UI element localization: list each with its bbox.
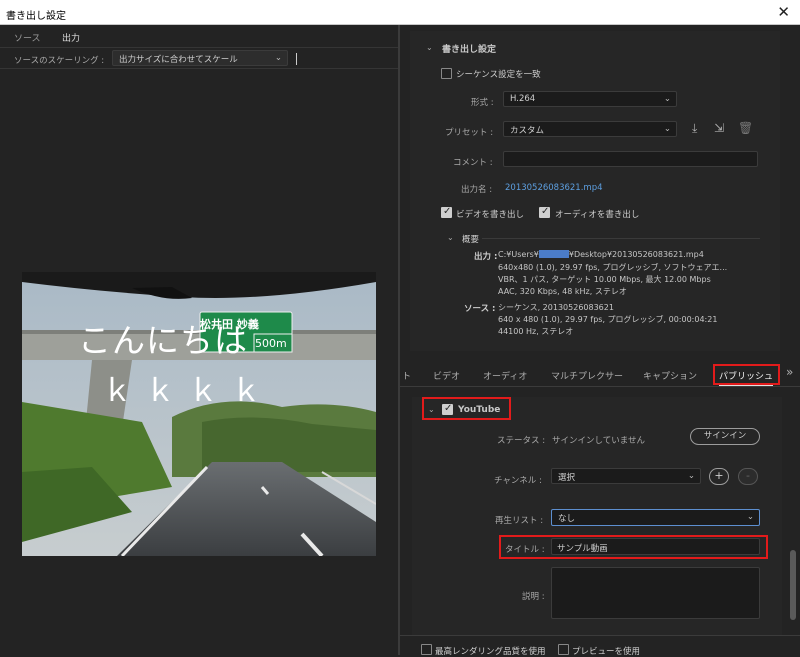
chevron-down-icon[interactable]: ⌄ xyxy=(447,233,454,242)
import-preset-icon[interactable]: ⇲ xyxy=(714,121,724,135)
scrollbar[interactable] xyxy=(790,550,796,620)
description-input[interactable] xyxy=(551,567,760,619)
summary-source-line: シーケンス, 20130526083621 xyxy=(498,303,614,312)
summary-output-line: AAC, 320 Kbps, 48 kHz, ステレオ xyxy=(498,287,627,296)
scaling-value: 出力サイズに合わせてスケール xyxy=(119,55,238,65)
format-label: 形式 : xyxy=(471,98,494,108)
remove-channel-button[interactable]: - xyxy=(738,468,758,485)
max-render-label: 最高レンダリング品質を使用 xyxy=(435,647,546,657)
overlay-subtitle: ｋｋｋｋ xyxy=(102,374,274,409)
save-preset-icon[interactable]: ⤓ xyxy=(692,121,697,136)
signin-button[interactable]: サインイン xyxy=(690,428,760,445)
channel-select[interactable]: 選択 ⌄ xyxy=(551,468,701,484)
match-sequence-label: シーケンス設定を一致 xyxy=(456,70,541,80)
sign-distance: 500m xyxy=(255,337,287,350)
format-value: H.264 xyxy=(510,94,536,104)
video-preview: 松井田 妙義 500m こんにちは ｋｋｋｋ xyxy=(22,272,376,556)
chevron-down-icon: ⌄ xyxy=(687,471,695,481)
chevron-down-icon: ⌄ xyxy=(746,512,754,522)
export-video-checkbox[interactable] xyxy=(441,206,452,218)
trash-icon[interactable]: 🗑 xyxy=(738,121,753,135)
preset-value: カスタム xyxy=(510,126,545,136)
description-label: 説明 : xyxy=(522,592,545,602)
summary-source-label: ソース : xyxy=(464,304,496,314)
chevron-down-icon: ⌄ xyxy=(663,124,671,134)
status-value: サインインしていません xyxy=(552,436,645,446)
scaling-row: ソースのスケーリング : 出力サイズに合わせてスケール ⌄ xyxy=(0,47,398,69)
match-sequence-checkbox[interactable] xyxy=(441,68,452,79)
output-name-label: 出力名 : xyxy=(461,185,493,195)
tab-source[interactable]: ソース xyxy=(14,31,41,44)
export-audio-label: オーディオを書き出し xyxy=(555,210,640,220)
right-pane: ⌄ 書き出し設定 シーケンス設定を一致 形式 : H.264 ⌄ プリセット :… xyxy=(400,25,800,655)
playlist-select[interactable]: なし ⌄ xyxy=(551,509,760,526)
overlay-title: こんにちは xyxy=(78,321,248,360)
source-output-tabs: ソース 出力 xyxy=(0,28,398,48)
divider xyxy=(296,53,297,65)
title-bar: 書き出し設定 ✕ xyxy=(0,0,800,25)
window-title: 書き出し設定 xyxy=(6,11,66,22)
playlist-label: 再生リスト : xyxy=(495,516,544,526)
channel-value: 選択 xyxy=(558,473,576,483)
path-prefix: C:¥Users¥ xyxy=(498,250,539,259)
tab-captions[interactable]: キャプション xyxy=(643,369,697,382)
path-suffix: ¥Desktop¥20130526083621.mp4 xyxy=(568,250,704,259)
chevron-down-icon[interactable]: ⌄ xyxy=(426,43,433,52)
title-value: サンプル動画 xyxy=(557,544,608,554)
tab-output[interactable]: 出力 xyxy=(62,31,81,48)
tab-multiplexer[interactable]: マルチプレクサー xyxy=(551,369,623,382)
export-settings-title: 書き出し設定 xyxy=(442,45,497,55)
export-video-label: ビデオを書き出し xyxy=(456,210,525,220)
use-preview-label: プレビューを使用 xyxy=(572,647,641,657)
highlight-box xyxy=(713,364,780,385)
output-name-link[interactable]: 20130526083621.mp4 xyxy=(505,183,603,193)
playlist-value: なし xyxy=(558,514,576,524)
tab-audio[interactable]: オーディオ xyxy=(483,369,527,382)
summary-output-path: C:¥Users¥ ¥Desktop¥20130526083621.mp4 xyxy=(498,250,704,259)
bottom-options: 最高レンダリング品質を使用 プレビューを使用 xyxy=(400,635,800,657)
summary-output-line: VBR、1 パス, ターゲット 10.00 Mbps, 最大 12.00 Mbp… xyxy=(498,275,711,284)
youtube-panel: ⌄ YouTube ステータス : サインインしていません サインイン チャンネ… xyxy=(412,397,782,637)
use-preview-checkbox[interactable] xyxy=(558,644,569,655)
highlight-box xyxy=(422,397,511,420)
summary-source-line: 640 x 480 (1.0), 29.97 fps, プログレッシブ, 00:… xyxy=(498,315,718,324)
summary-title: 概要 xyxy=(462,235,480,245)
summary-source-line: 44100 Hz, ステレオ xyxy=(498,327,574,336)
title-input[interactable]: サンプル動画 xyxy=(551,538,760,555)
comment-label: コメント : xyxy=(453,158,493,168)
scaling-label: ソースのスケーリング : xyxy=(14,56,105,66)
left-pane: ソース 出力 ソースのスケーリング : 出力サイズに合わせてスケール ⌄ 松井田… xyxy=(0,25,398,655)
comment-input[interactable] xyxy=(503,151,758,167)
max-render-checkbox[interactable] xyxy=(421,644,432,655)
preset-select[interactable]: カスタム ⌄ xyxy=(503,121,677,137)
add-channel-button[interactable]: + xyxy=(709,468,729,485)
divider xyxy=(482,238,760,239)
close-icon[interactable]: ✕ xyxy=(777,3,790,21)
export-audio-checkbox[interactable] xyxy=(539,206,550,218)
chevron-down-icon: ⌄ xyxy=(663,94,671,104)
tab-video[interactable]: ビデオ xyxy=(433,369,460,382)
more-tabs-icon[interactable]: » xyxy=(786,365,793,379)
status-label: ステータス : xyxy=(497,436,546,446)
summary-output-label: 出力 : xyxy=(474,252,498,262)
preset-label: プリセット : xyxy=(445,128,494,138)
redacted-username xyxy=(538,250,569,258)
summary-output-line: 640x480 (1.0), 29.97 fps, プログレッシブ, ソフトウェ… xyxy=(498,263,728,272)
settings-tabs: ト ビデオ オーディオ マルチプレクサー キャプション パブリッシュ » xyxy=(400,363,800,387)
export-settings-panel: ⌄ 書き出し設定 シーケンス設定を一致 形式 : H.264 ⌄ プリセット :… xyxy=(410,31,780,351)
tab-partial[interactable]: ト xyxy=(402,369,411,382)
format-select[interactable]: H.264 ⌄ xyxy=(503,91,677,107)
channel-label: チャンネル : xyxy=(494,476,542,486)
scaling-select[interactable]: 出力サイズに合わせてスケール ⌄ xyxy=(112,50,288,66)
chevron-down-icon: ⌄ xyxy=(274,53,282,63)
title-label: タイトル : xyxy=(505,545,545,555)
